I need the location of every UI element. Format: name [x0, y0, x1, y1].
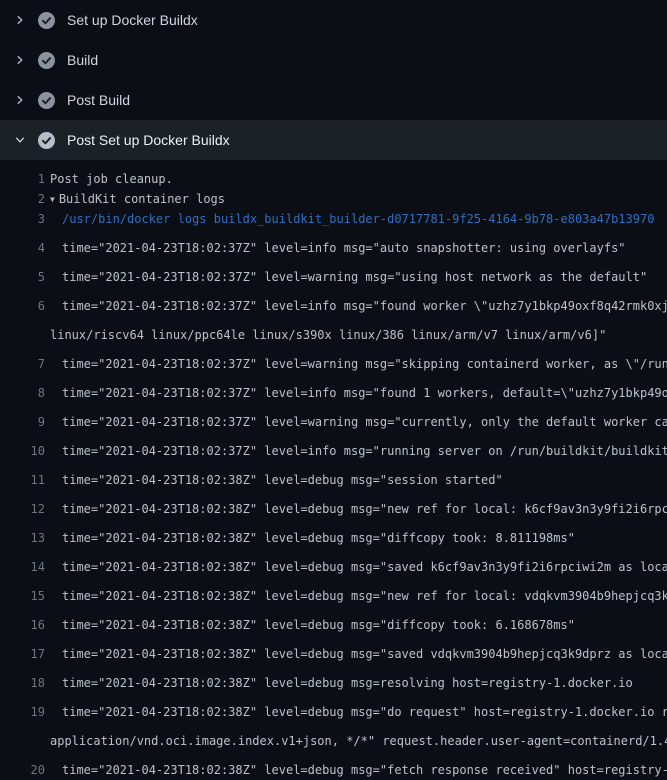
log-text: time="2021-04-23T18:02:38Z" level=debug … — [45, 470, 503, 490]
line-number[interactable]: 5 — [0, 267, 45, 287]
step-title: Build — [67, 52, 98, 68]
success-check-icon — [37, 12, 55, 29]
log-line: 14time="2021-04-23T18:02:38Z" level=debu… — [0, 548, 667, 577]
chevron-down-icon — [12, 134, 28, 146]
command-text: /usr/bin/docker logs buildx_buildkit_bui… — [45, 209, 654, 229]
line-number — [0, 325, 45, 345]
log-line: 17time="2021-04-23T18:02:38Z" level=debu… — [0, 635, 667, 664]
log-line: 8time="2021-04-23T18:02:37Z" level=info … — [0, 374, 667, 403]
chevron-right-icon — [12, 14, 28, 26]
log-line: 20time="2021-04-23T18:02:38Z" level=debu… — [0, 751, 667, 780]
success-check-icon — [37, 92, 55, 109]
line-number[interactable]: 12 — [0, 499, 45, 519]
line-number[interactable]: 16 — [0, 615, 45, 635]
log-line: 18time="2021-04-23T18:02:38Z" level=debu… — [0, 664, 667, 693]
line-number[interactable]: 15 — [0, 586, 45, 606]
log-text: time="2021-04-23T18:02:38Z" level=debug … — [45, 615, 575, 635]
log-text: time="2021-04-23T18:02:38Z" level=debug … — [45, 673, 633, 693]
line-number[interactable]: 6 — [0, 296, 45, 316]
group-collapse-icon[interactable]: ▼ — [50, 190, 55, 210]
line-number[interactable]: 7 — [0, 354, 45, 374]
log-line: 4time="2021-04-23T18:02:37Z" level=info … — [0, 229, 667, 258]
log-text: time="2021-04-23T18:02:38Z" level=debug … — [45, 499, 667, 519]
log-text: time="2021-04-23T18:02:37Z" level=warnin… — [45, 267, 647, 287]
log-text: time="2021-04-23T18:02:37Z" level=info m… — [45, 441, 667, 461]
step-title: Post Build — [67, 92, 130, 108]
step-title: Post Set up Docker Buildx — [67, 132, 230, 148]
step-title: Set up Docker Buildx — [67, 12, 198, 28]
step-row-set-up-docker-buildx[interactable]: Set up Docker Buildx — [0, 0, 667, 40]
success-check-icon — [37, 132, 55, 149]
log-line: linux/riscv64 linux/ppc64le linux/s390x … — [0, 316, 667, 345]
log-line: application/vnd.oci.image.index.v1+json,… — [0, 722, 667, 751]
log-text: Post job cleanup. — [45, 169, 173, 189]
log-line: 3/usr/bin/docker logs buildx_buildkit_bu… — [0, 209, 667, 229]
log-text: time="2021-04-23T18:02:37Z" level=warnin… — [45, 354, 667, 374]
line-number[interactable]: 10 — [0, 441, 45, 461]
log-text: time="2021-04-23T18:02:37Z" level=info m… — [45, 296, 667, 316]
log-line: 16time="2021-04-23T18:02:38Z" level=debu… — [0, 606, 667, 635]
log-text: time="2021-04-23T18:02:37Z" level=info m… — [45, 383, 667, 403]
line-number[interactable]: 13 — [0, 528, 45, 548]
log-line: 11time="2021-04-23T18:02:38Z" level=debu… — [0, 461, 667, 490]
line-number[interactable]: 17 — [0, 644, 45, 664]
log-line: 6time="2021-04-23T18:02:37Z" level=info … — [0, 287, 667, 316]
step-row-build[interactable]: Build — [0, 40, 667, 80]
log-line: 10time="2021-04-23T18:02:37Z" level=info… — [0, 432, 667, 461]
line-number[interactable]: 8 — [0, 383, 45, 403]
line-number[interactable]: 1 — [0, 169, 45, 189]
log-line: 1Post job cleanup. — [0, 169, 667, 189]
log-line: 15time="2021-04-23T18:02:38Z" level=debu… — [0, 577, 667, 606]
line-number — [0, 731, 45, 751]
log-line: 9time="2021-04-23T18:02:37Z" level=warni… — [0, 403, 667, 432]
log-text: time="2021-04-23T18:02:37Z" level=warnin… — [45, 412, 667, 432]
log-line: 19time="2021-04-23T18:02:38Z" level=debu… — [0, 693, 667, 722]
log-line: 12time="2021-04-23T18:02:38Z" level=debu… — [0, 490, 667, 519]
step-row-post-build[interactable]: Post Build — [0, 80, 667, 120]
log-text: application/vnd.oci.image.index.v1+json,… — [45, 731, 667, 751]
step-list: Set up Docker Buildx Build Post Build Po… — [0, 0, 667, 160]
success-check-icon — [37, 52, 55, 69]
log-text: time="2021-04-23T18:02:38Z" level=debug … — [45, 702, 667, 722]
log-line: 5time="2021-04-23T18:02:37Z" level=warni… — [0, 258, 667, 287]
step-row-post-set-up-docker-buildx[interactable]: Post Set up Docker Buildx — [0, 120, 667, 160]
log-text: time="2021-04-23T18:02:38Z" level=debug … — [45, 586, 667, 606]
line-number[interactable]: 14 — [0, 557, 45, 577]
chevron-right-icon — [12, 94, 28, 106]
log-text: time="2021-04-23T18:02:38Z" level=debug … — [45, 644, 667, 664]
line-number[interactable]: 2 — [0, 189, 45, 209]
group-label: BuildKit container logs — [59, 192, 225, 206]
log-line: 13time="2021-04-23T18:02:38Z" level=debu… — [0, 519, 667, 548]
log-group-header[interactable]: ▼ BuildKit container logs — [45, 189, 225, 209]
log-lines: 1Post job cleanup.2▼ BuildKit container l… — [0, 160, 667, 780]
line-number[interactable]: 3 — [0, 209, 45, 229]
line-number[interactable]: 20 — [0, 760, 45, 780]
log-text: time="2021-04-23T18:02:37Z" level=info m… — [45, 238, 626, 258]
log-line: 2▼ BuildKit container logs — [0, 189, 667, 209]
line-number[interactable]: 4 — [0, 238, 45, 258]
line-number[interactable]: 9 — [0, 412, 45, 432]
log-text: time="2021-04-23T18:02:38Z" level=debug … — [45, 557, 667, 577]
chevron-right-icon — [12, 54, 28, 66]
line-number[interactable]: 11 — [0, 470, 45, 490]
log-line: 7time="2021-04-23T18:02:37Z" level=warni… — [0, 345, 667, 374]
log-text: time="2021-04-23T18:02:38Z" level=debug … — [45, 528, 575, 548]
line-number[interactable]: 18 — [0, 673, 45, 693]
line-number[interactable]: 19 — [0, 702, 45, 722]
log-text: linux/riscv64 linux/ppc64le linux/s390x … — [45, 325, 606, 345]
log-text: time="2021-04-23T18:02:38Z" level=debug … — [45, 760, 667, 780]
